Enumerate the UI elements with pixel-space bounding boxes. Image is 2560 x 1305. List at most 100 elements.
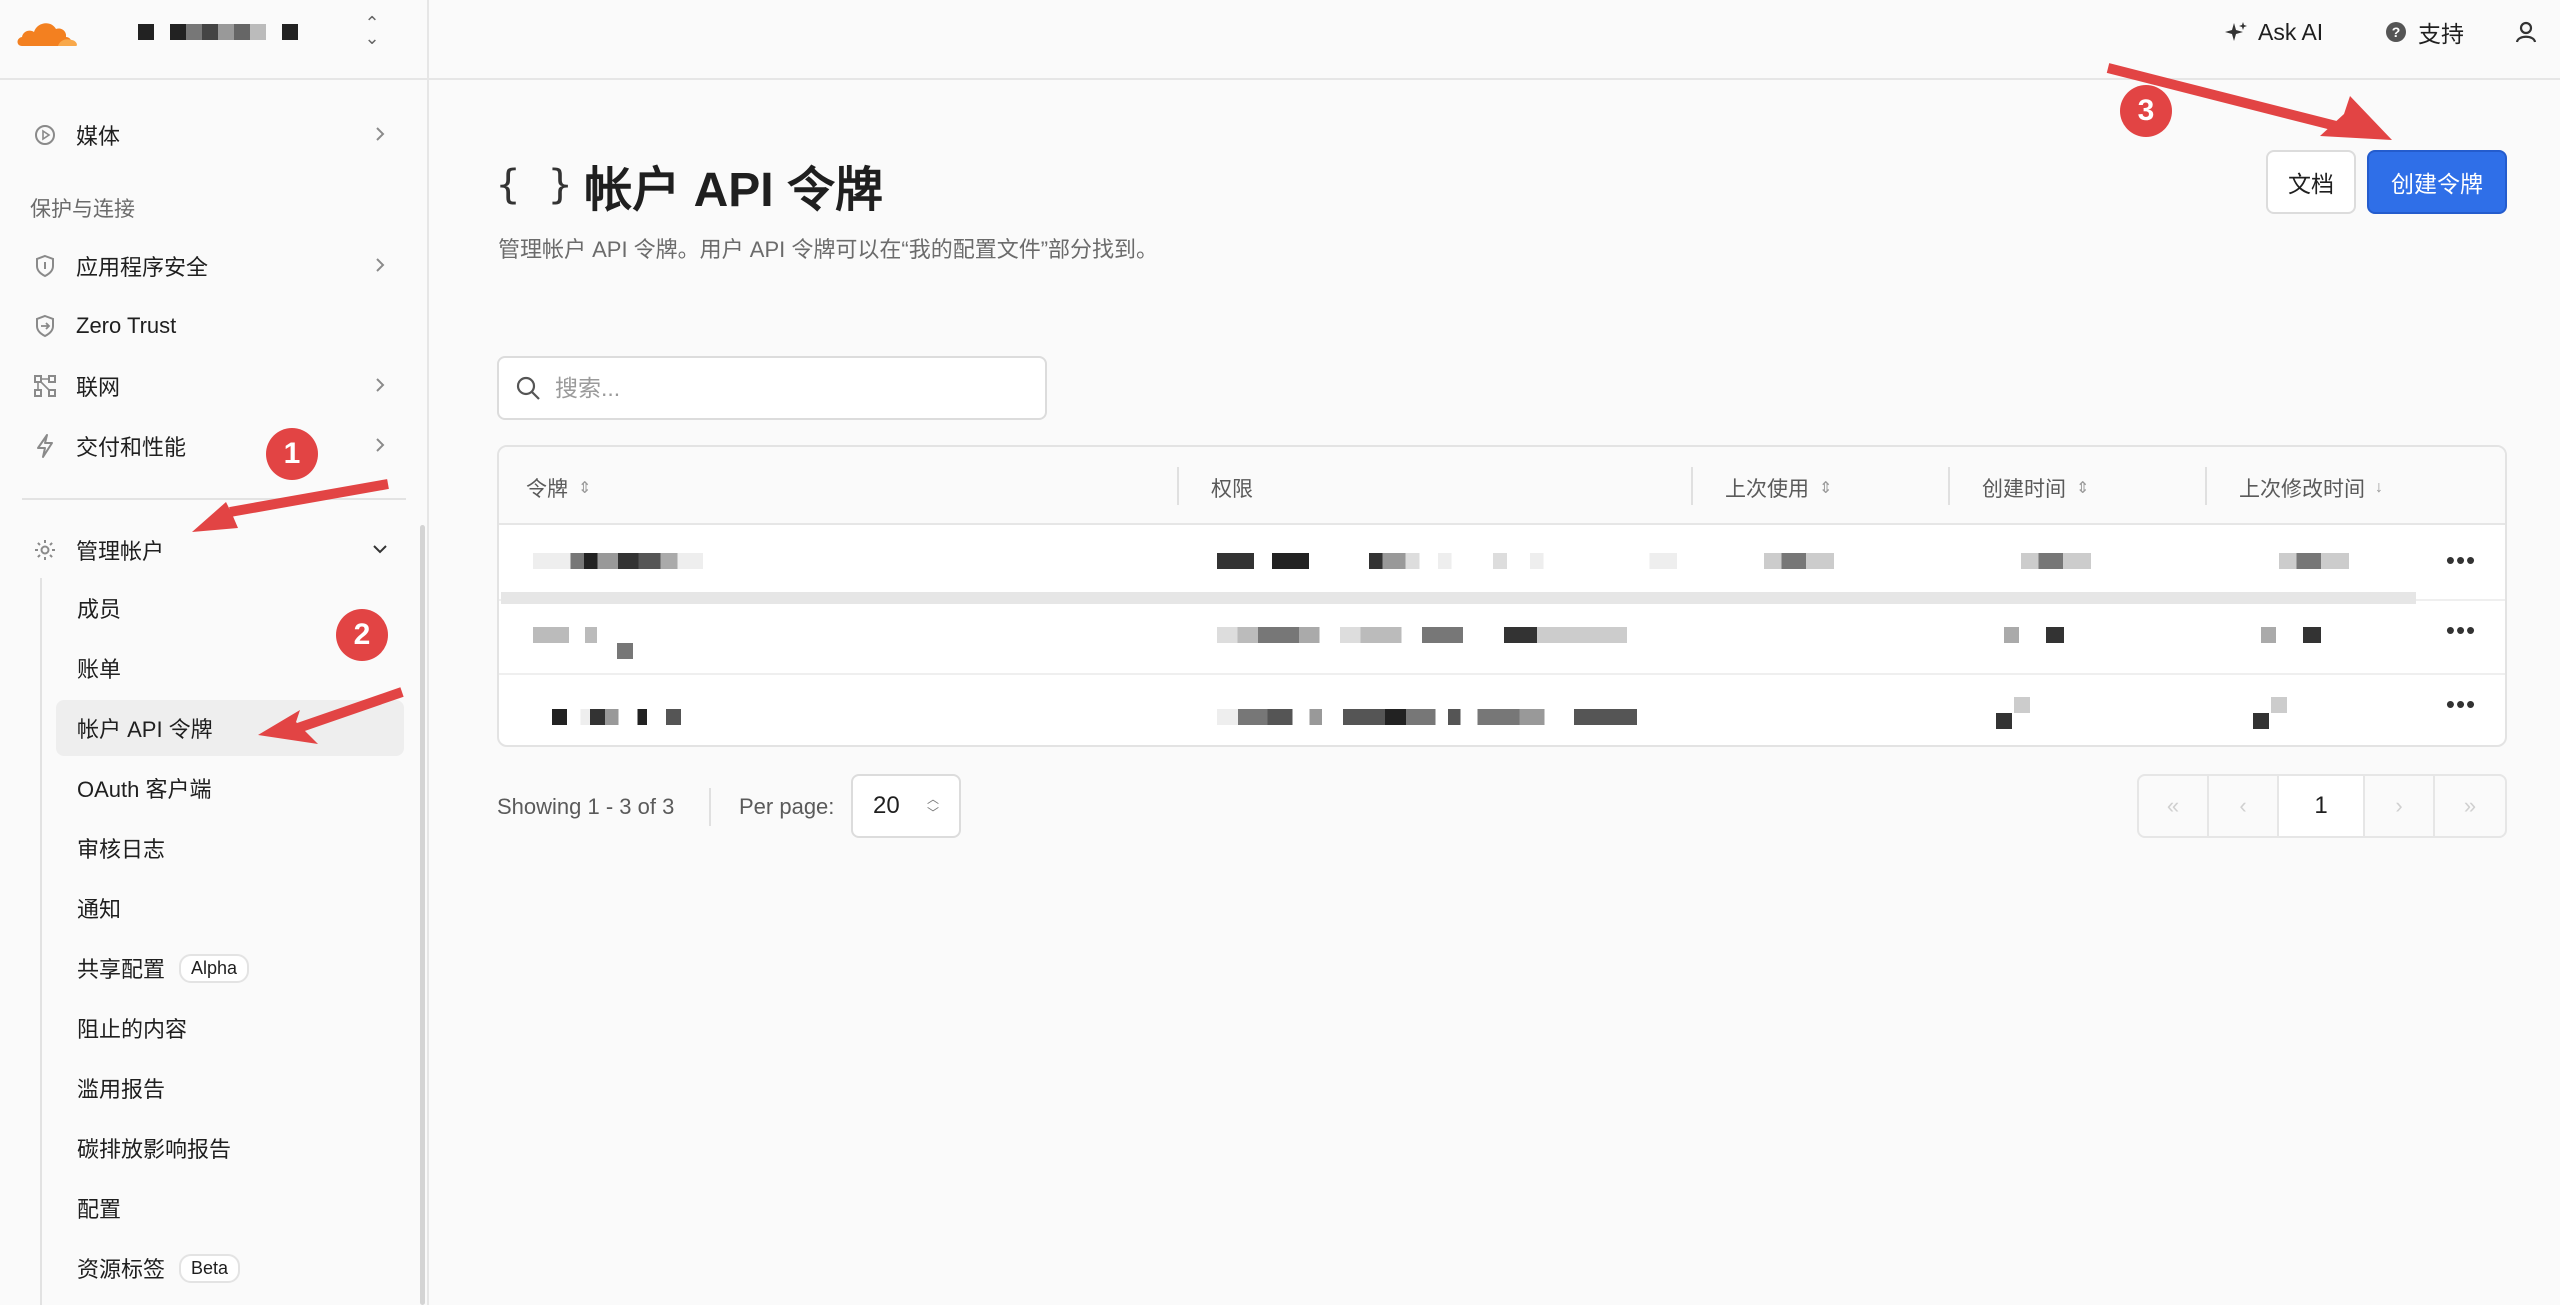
sidebar-subitem-shared-config[interactable]: 共享配置 Alpha	[56, 940, 404, 996]
sort-icon: ⇕	[578, 480, 592, 497]
account-name-redacted[interactable]	[138, 22, 298, 42]
sidebar-item-zero-trust[interactable]: Zero Trust	[22, 299, 402, 353]
sort-icon: ⇕	[2076, 480, 2090, 497]
first-page-button[interactable]: «	[2139, 776, 2209, 836]
sidebar-item-label: Zero Trust	[76, 313, 177, 338]
sidebar-subitem-blocked-content[interactable]: 阻止的内容	[56, 1000, 404, 1056]
showing-count: Showing 1 - 3 of 3	[497, 794, 675, 819]
sidebar-item-label: 交付和性能	[76, 435, 187, 460]
next-page-button[interactable]: ›	[2365, 776, 2435, 836]
current-page[interactable]: 1	[2279, 776, 2365, 836]
sidebar-item-app-security[interactable]: 应用程序安全	[22, 239, 402, 293]
last-page-button[interactable]: »	[2435, 776, 2505, 836]
created-redacted	[2004, 627, 2064, 643]
column-header-token[interactable]: 令牌 ⇕	[526, 473, 591, 503]
search-input[interactable]	[555, 374, 1015, 402]
pagination: « ‹ 1 › »	[2137, 774, 2507, 838]
sidebar-scrollbar[interactable]	[420, 525, 425, 1305]
subitem-label: 碳排放影响报告	[77, 1137, 232, 1162]
subitem-label: 阻止的内容	[77, 1017, 188, 1042]
sidebar-item-label: 管理帐户	[76, 539, 165, 564]
sidebar-item-network[interactable]: 联网	[22, 359, 402, 413]
sidebar-item-media[interactable]: 媒体	[22, 108, 402, 162]
sidebar-subitem-oauth-clients[interactable]: OAuth 客户端	[56, 760, 404, 816]
page-description: 管理帐户 API 令牌。用户 API 令牌可以在“我的配置文件”部分找到。	[498, 237, 1159, 262]
more-actions-icon[interactable]: •••	[2441, 689, 2481, 719]
prev-page-button[interactable]: ‹	[2209, 776, 2279, 836]
sidebar-header: ⌃ ⌄	[0, 0, 427, 80]
modified-redacted	[2271, 697, 2287, 713]
subitem-label: 共享配置	[77, 957, 166, 982]
column-header-last-used[interactable]: 上次使用 ⇕	[1725, 473, 1832, 503]
ask-ai-label: Ask AI	[2258, 18, 2324, 45]
ask-ai-button[interactable]: Ask AI	[2224, 16, 2323, 48]
network-icon	[30, 371, 60, 401]
table-row[interactable]: •••	[499, 675, 2505, 745]
per-page-select[interactable]: 20 ︿ ﹀	[851, 774, 961, 838]
sidebar-item-delivery-performance[interactable]: 交付和性能	[22, 419, 402, 473]
created-redacted	[2014, 697, 2030, 713]
account-switcher-icon[interactable]: ⌃ ⌄	[360, 14, 384, 47]
subitem-label: 资源标签	[77, 1257, 166, 1282]
sidebar-item-label: 媒体	[76, 124, 121, 149]
sidebar-subitem-notifications[interactable]: 通知	[56, 880, 404, 936]
token-name-redacted	[617, 643, 633, 659]
create-token-button[interactable]: 创建令牌	[2367, 150, 2507, 214]
zero-trust-icon	[30, 311, 60, 341]
sidebar-subitem-audit-logs[interactable]: 审核日志	[56, 820, 404, 876]
token-name-redacted	[533, 553, 703, 569]
column-header-last-modified[interactable]: 上次修改时间 ↓	[2239, 473, 2383, 503]
subitem-label: 审核日志	[77, 837, 166, 862]
docs-button[interactable]: 文档	[2266, 150, 2356, 214]
support-label: 支持	[2418, 21, 2464, 47]
annotation-badge-3: 3	[2120, 85, 2172, 137]
sort-desc-icon: ↓	[2375, 479, 2383, 496]
search-box[interactable]	[497, 356, 1047, 420]
subitem-label: 配置	[77, 1197, 122, 1222]
subitem-label: 帐户 API 令牌	[77, 717, 213, 742]
gear-icon	[30, 535, 60, 565]
modified-redacted	[2261, 627, 2321, 643]
sidebar-item-label: 联网	[76, 375, 121, 400]
sparkle-icon	[2224, 20, 2248, 44]
sidebar-subitem-account-api-tokens[interactable]: 帐户 API 令牌	[56, 700, 404, 756]
table-horizontal-scrollbar[interactable]	[501, 592, 2416, 604]
permissions-redacted	[1217, 709, 1637, 725]
section-label-protect-connect: 保护与连接	[30, 198, 135, 221]
sidebar-subitem-resource-tags[interactable]: 资源标签 Beta	[56, 1240, 404, 1296]
bolt-icon	[30, 431, 60, 461]
submenu-guide-line	[40, 578, 42, 1305]
chevron-right-icon	[376, 127, 385, 141]
table-row[interactable]: •••	[499, 527, 2505, 601]
code-braces-icon: { }	[496, 162, 575, 208]
search-icon	[516, 376, 540, 400]
tokens-table: 令牌 ⇕ 权限 上次使用 ⇕ 创建时间 ⇕ 上次修改时间 ↓ ••• ••• •••	[497, 445, 2507, 747]
column-separator	[1691, 467, 1693, 505]
page-title-text: 帐户 API 令牌	[584, 164, 883, 217]
sidebar-subitem-abuse-reports[interactable]: 滥用报告	[56, 1060, 404, 1116]
column-header-created[interactable]: 创建时间 ⇕	[1982, 473, 2089, 503]
cloudflare-logo-icon[interactable]	[14, 12, 80, 50]
more-actions-icon[interactable]: •••	[2441, 615, 2481, 645]
permissions-redacted	[1217, 553, 1677, 569]
last-used-redacted	[1764, 553, 1834, 569]
play-circle-icon	[30, 120, 60, 150]
sidebar-item-manage-account[interactable]: 管理帐户	[22, 523, 402, 577]
page-title: { } 帐户 API 令牌	[496, 150, 883, 220]
chevron-updown-icon: ︿ ﹀	[926, 792, 939, 820]
more-actions-icon[interactable]: •••	[2441, 545, 2481, 575]
modified-redacted	[2253, 713, 2269, 729]
support-button[interactable]: ? 支持	[2384, 16, 2464, 48]
column-separator	[2205, 467, 2207, 505]
annotation-badge-1: 1	[266, 428, 318, 480]
beta-badge: Beta	[179, 1253, 241, 1283]
user-menu-button[interactable]	[2514, 16, 2548, 48]
sidebar-subitem-carbon-report[interactable]: 碳排放影响报告	[56, 1120, 404, 1176]
subitem-label: 账单	[77, 657, 122, 682]
sidebar-subitem-configurations[interactable]: 配置	[56, 1180, 404, 1236]
top-bar: Ask AI ? 支持	[429, 0, 2560, 80]
chevron-right-icon	[376, 258, 385, 272]
table-row[interactable]: •••	[499, 601, 2505, 675]
help-circle-icon: ?	[2384, 20, 2408, 44]
token-name-redacted	[533, 627, 613, 643]
